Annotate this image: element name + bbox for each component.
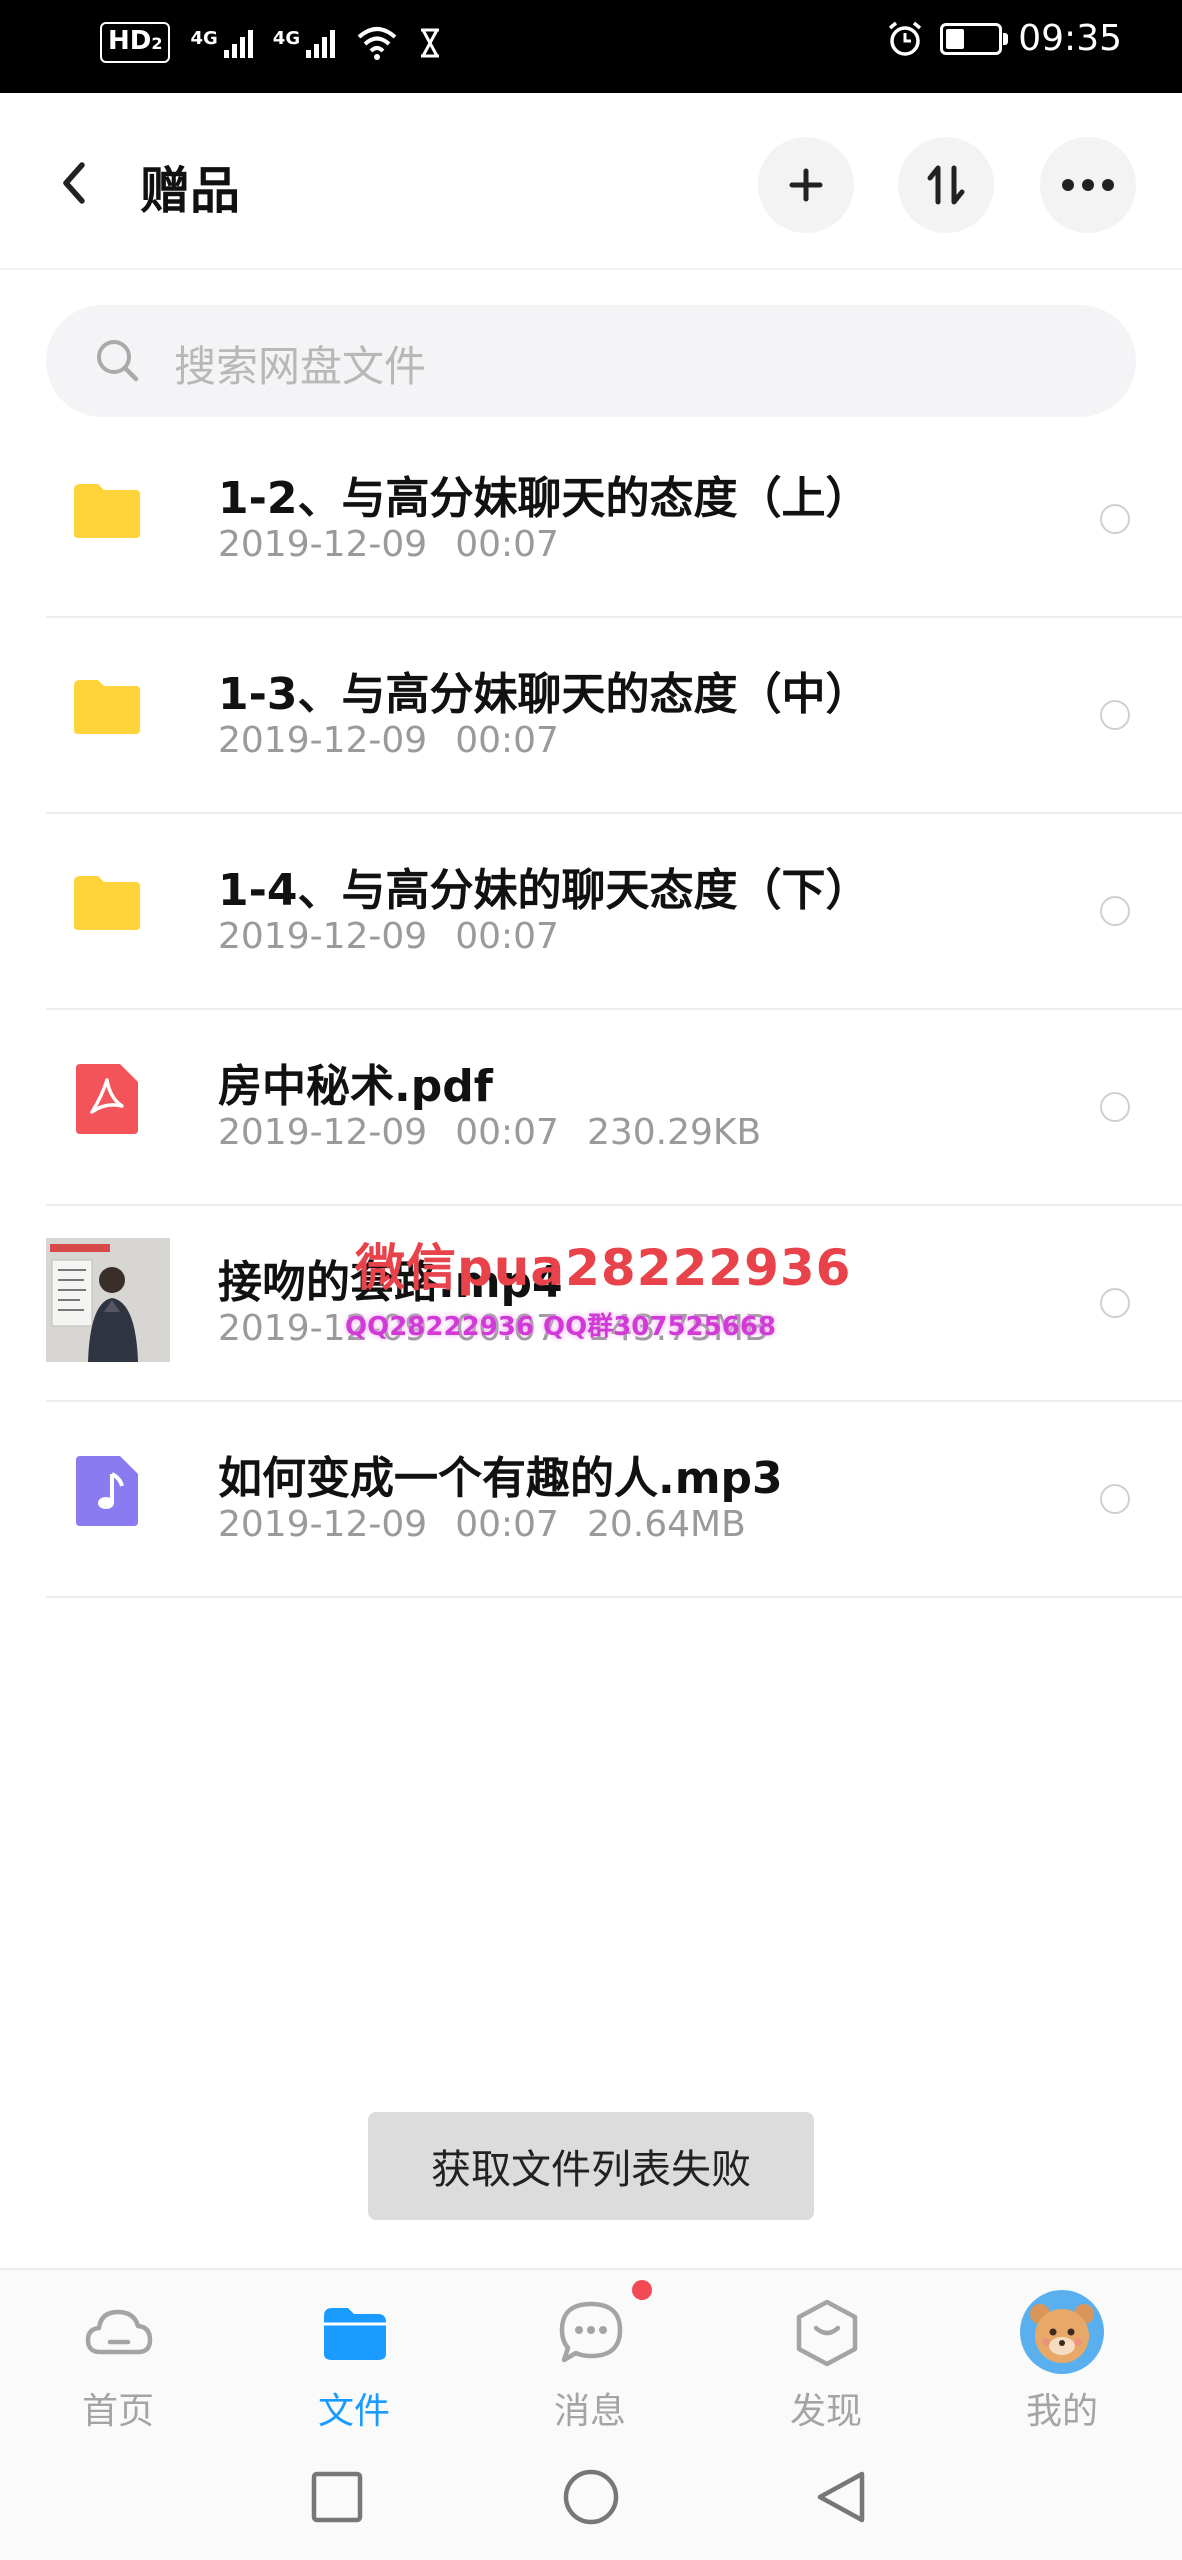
signal-icon: 4G: [273, 28, 336, 58]
add-button[interactable]: [758, 137, 854, 233]
select-radio[interactable]: [1100, 504, 1130, 534]
folder-icon: [324, 2308, 386, 2360]
more-icon: [1062, 179, 1114, 191]
hourglass-icon: [421, 28, 440, 57]
back-icon[interactable]: [48, 153, 108, 213]
alarm-icon: [889, 21, 922, 56]
tab-label: 首页: [81, 2391, 154, 2432]
file-meta: 2019-12-09 00:07 20.64MB: [218, 1504, 746, 1545]
notification-badge: [632, 2280, 652, 2300]
file-meta: 2019-12-09 00:07: [218, 916, 559, 957]
discover-icon: [796, 2299, 858, 2367]
tab-label: 文件: [317, 2391, 390, 2432]
status-bar: HD2 4G 4G 09:35: [0, 0, 1182, 93]
page-title: 赠品: [140, 162, 240, 220]
list-item[interactable]: 1-2、与高分妹聊天的态度（上） 2019-12-09 00:07: [46, 422, 1182, 618]
watermark-text: 微信pua28222936: [355, 1239, 852, 1297]
sort-button[interactable]: [898, 137, 994, 233]
search-input[interactable]: 搜索网盘文件: [46, 305, 1136, 417]
tab-bar: 首页 文件 消息 发现 我的: [0, 2268, 1182, 2442]
select-radio[interactable]: [1100, 1288, 1130, 1318]
tab-home[interactable]: 首页: [0, 2270, 236, 2442]
select-radio[interactable]: [1100, 1484, 1130, 1514]
tab-files[interactable]: 文件: [236, 2270, 472, 2442]
battery-icon: [940, 22, 1009, 55]
wifi-icon: [357, 26, 397, 60]
cloud-icon: [85, 2309, 153, 2355]
file-meta: 2019-12-09 00:07 230.29KB: [218, 1112, 762, 1153]
tab-label: 我的: [1025, 2391, 1098, 2432]
tab-discover[interactable]: 发现: [708, 2270, 944, 2442]
watermark-text: QQ28222936 QQ群307525668: [345, 1312, 777, 1342]
chat-icon: [559, 2301, 623, 2363]
list-item[interactable]: 如何变成一个有趣的人.mp3 2019-12-09 00:07 20.64MB: [46, 1402, 1182, 1598]
hd-indicator: HD2: [100, 22, 171, 63]
tab-label: 发现: [789, 2391, 862, 2432]
folder-icon: [74, 876, 140, 930]
select-radio[interactable]: [1100, 1092, 1130, 1122]
file-name: 如何变成一个有趣的人.mp3: [218, 1453, 783, 1504]
list-item[interactable]: 1-4、与高分妹的聊天态度（下） 2019-12-09 00:07: [46, 814, 1182, 1010]
recent-apps-icon[interactable]: [310, 2470, 364, 2524]
file-name: 1-4、与高分妹的聊天态度（下）: [218, 865, 870, 916]
search-icon: [97, 340, 139, 382]
tab-label: 消息: [553, 2391, 626, 2432]
file-meta: 2019-12-09 00:07: [218, 720, 559, 761]
music-icon: [76, 1456, 138, 1526]
list-item[interactable]: 1-3、与高分妹聊天的态度（中） 2019-12-09 00:07: [46, 618, 1182, 814]
back-nav-icon[interactable]: [812, 2468, 868, 2526]
header: 赠品: [0, 93, 1182, 270]
sort-icon: [927, 165, 965, 205]
signal-icon: 4G: [190, 28, 253, 58]
select-radio[interactable]: [1100, 700, 1130, 730]
home-icon[interactable]: [562, 2468, 620, 2526]
system-nav-bar: [0, 2440, 1182, 2560]
error-toast: 获取文件列表失败: [368, 2112, 814, 2220]
folder-icon: [74, 680, 140, 734]
file-name: 房中秘术.pdf: [218, 1061, 493, 1112]
tab-mine[interactable]: 我的: [944, 2270, 1180, 2442]
search-placeholder: 搜索网盘文件: [174, 342, 427, 391]
plus-icon: [789, 168, 823, 202]
select-radio[interactable]: [1100, 896, 1130, 926]
file-meta: 2019-12-09 00:07: [218, 524, 559, 565]
folder-icon: [74, 484, 140, 538]
file-name: 1-2、与高分妹聊天的态度（上）: [218, 473, 870, 524]
list-item[interactable]: 房中秘术.pdf 2019-12-09 00:07 230.29KB: [46, 1010, 1182, 1206]
avatar: [1020, 2290, 1104, 2374]
more-button[interactable]: [1040, 137, 1136, 233]
pdf-icon: [76, 1064, 138, 1134]
file-name: 1-3、与高分妹聊天的态度（中）: [218, 669, 870, 720]
video-thumbnail: [46, 1238, 170, 1362]
tab-messages[interactable]: 消息: [472, 2270, 708, 2442]
clock: 09:35: [1018, 18, 1122, 59]
